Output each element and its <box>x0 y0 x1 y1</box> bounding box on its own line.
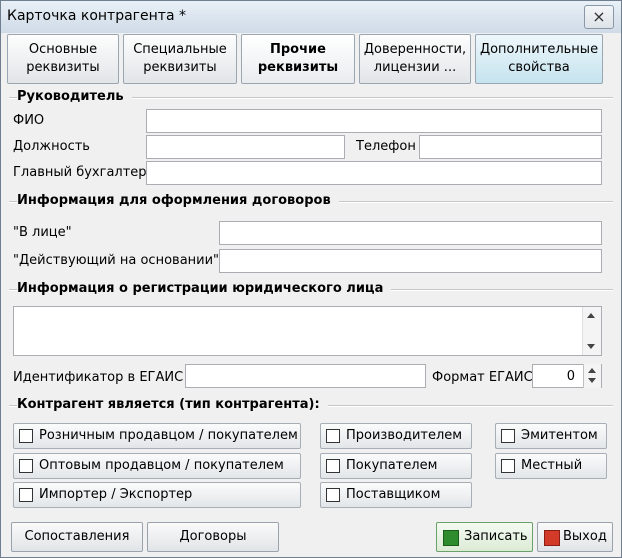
tab-label: Основные <box>28 42 98 57</box>
position-input[interactable] <box>146 135 345 159</box>
wholesale-checkbox[interactable]: Оптовым продавцом / покупателем <box>13 453 301 479</box>
fio-label: ФИО <box>13 113 45 128</box>
fio-input[interactable] <box>146 109 602 133</box>
head-group-title: Руководитель <box>17 89 132 104</box>
spin-down-icon[interactable] <box>588 378 596 383</box>
egais-id-label: Идентификатор в ЕГАИС <box>13 370 184 385</box>
types-group-title: Контрагент является (тип контрагента): <box>17 397 328 412</box>
exit-icon <box>544 530 560 546</box>
exit-button[interactable]: Выход <box>537 522 613 552</box>
retail-checkbox[interactable]: Розничным продавцом / покупателем <box>13 423 301 449</box>
checkbox-box[interactable] <box>326 429 340 443</box>
checkbox-label: Импортер / Экспортер <box>39 487 193 502</box>
checkbox-label: Местный <box>521 458 583 473</box>
egais-format-label: Формат ЕГАИС <box>432 370 533 385</box>
scroll-up-icon[interactable] <box>587 313 595 318</box>
tab-other-details[interactable]: Прочие реквизиты <box>241 34 355 84</box>
egais-format-value: 0 <box>566 369 575 384</box>
counterparty-card-window: Карточка контрагента * × Основные реквизи… <box>0 0 622 558</box>
buyer-checkbox[interactable]: Покупателем <box>320 453 472 479</box>
scroll-down-icon[interactable] <box>587 344 595 349</box>
checkbox-box[interactable] <box>501 429 515 443</box>
registration-textarea[interactable] <box>13 306 602 356</box>
tab-label: реквизиты <box>257 60 339 75</box>
tab-label: реквизиты <box>26 60 100 75</box>
contract-group-title: Информация для оформления договоров <box>17 193 339 208</box>
spinner-buttons[interactable] <box>583 364 601 388</box>
tab-main-details[interactable]: Основные реквизиты <box>7 34 119 84</box>
contracts-button[interactable]: Договоры <box>147 522 279 552</box>
window-title: Карточка контрагента * <box>7 8 186 24</box>
position-label: Должность <box>13 139 90 154</box>
checkbox-label: Поставщиком <box>346 487 441 502</box>
exit-button-label: Выход <box>563 529 607 544</box>
accountant-input[interactable] <box>146 161 602 185</box>
save-button-label: Записать <box>464 529 528 544</box>
textarea-scrollbar[interactable] <box>582 307 601 355</box>
acting-basis-input[interactable] <box>219 249 602 273</box>
checkbox-label: Эмитентом <box>521 428 598 443</box>
checkbox-box[interactable] <box>19 459 33 473</box>
acting-basis-label: "Действующий на основании" <box>13 253 220 268</box>
checkbox-label: Оптовым продавцом / покупателем <box>39 458 284 473</box>
egais-id-input[interactable] <box>185 364 426 388</box>
checkbox-label: Покупателем <box>346 458 438 473</box>
tab-label: Дополнительные <box>479 42 599 57</box>
tab-special-details[interactable]: Специальные реквизиты <box>123 34 237 84</box>
spin-up-icon[interactable] <box>588 368 596 373</box>
checkbox-label: Розничным продавцом / покупателем <box>39 428 298 443</box>
title-bar: Карточка контрагента * × <box>1 1 621 33</box>
in-person-label: "В лице" <box>13 225 72 240</box>
supplier-checkbox[interactable]: Поставщиком <box>320 482 472 508</box>
importer-checkbox[interactable]: Импортер / Экспортер <box>13 482 301 508</box>
mapping-button[interactable]: Сопоставления <box>11 522 143 552</box>
tab-label: Специальные <box>133 42 227 57</box>
local-checkbox[interactable]: Местный <box>495 453 607 479</box>
phone-label: Телефон <box>356 139 416 154</box>
phone-input[interactable] <box>419 135 602 159</box>
checkbox-box[interactable] <box>19 429 33 443</box>
tab-additional-properties[interactable]: Дополнительные свойства <box>475 34 603 84</box>
checkbox-box[interactable] <box>326 488 340 502</box>
checkbox-box[interactable] <box>501 459 515 473</box>
checkbox-box[interactable] <box>19 488 33 502</box>
tab-label: Прочие <box>270 42 326 57</box>
egais-format-spinner[interactable]: 0 <box>532 364 602 388</box>
registration-group-title: Информация о регистрации юридического ли… <box>17 281 392 296</box>
save-button[interactable]: Записать <box>436 522 533 552</box>
save-icon <box>443 530 459 546</box>
tab-label: свойства <box>508 60 570 75</box>
tab-label: Доверенности, <box>363 42 467 57</box>
producer-checkbox[interactable]: Производителем <box>320 423 472 449</box>
tab-licenses[interactable]: Доверенности, лицензии ... <box>359 34 471 84</box>
tab-label: лицензии ... <box>373 60 457 75</box>
in-person-input[interactable] <box>219 221 602 245</box>
checkbox-box[interactable] <box>326 459 340 473</box>
issuer-checkbox[interactable]: Эмитентом <box>495 423 607 449</box>
accountant-label: Главный бухгалтер <box>13 165 147 180</box>
checkbox-label: Производителем <box>346 428 463 443</box>
tab-label: реквизиты <box>143 60 217 75</box>
close-button[interactable]: × <box>584 5 614 29</box>
